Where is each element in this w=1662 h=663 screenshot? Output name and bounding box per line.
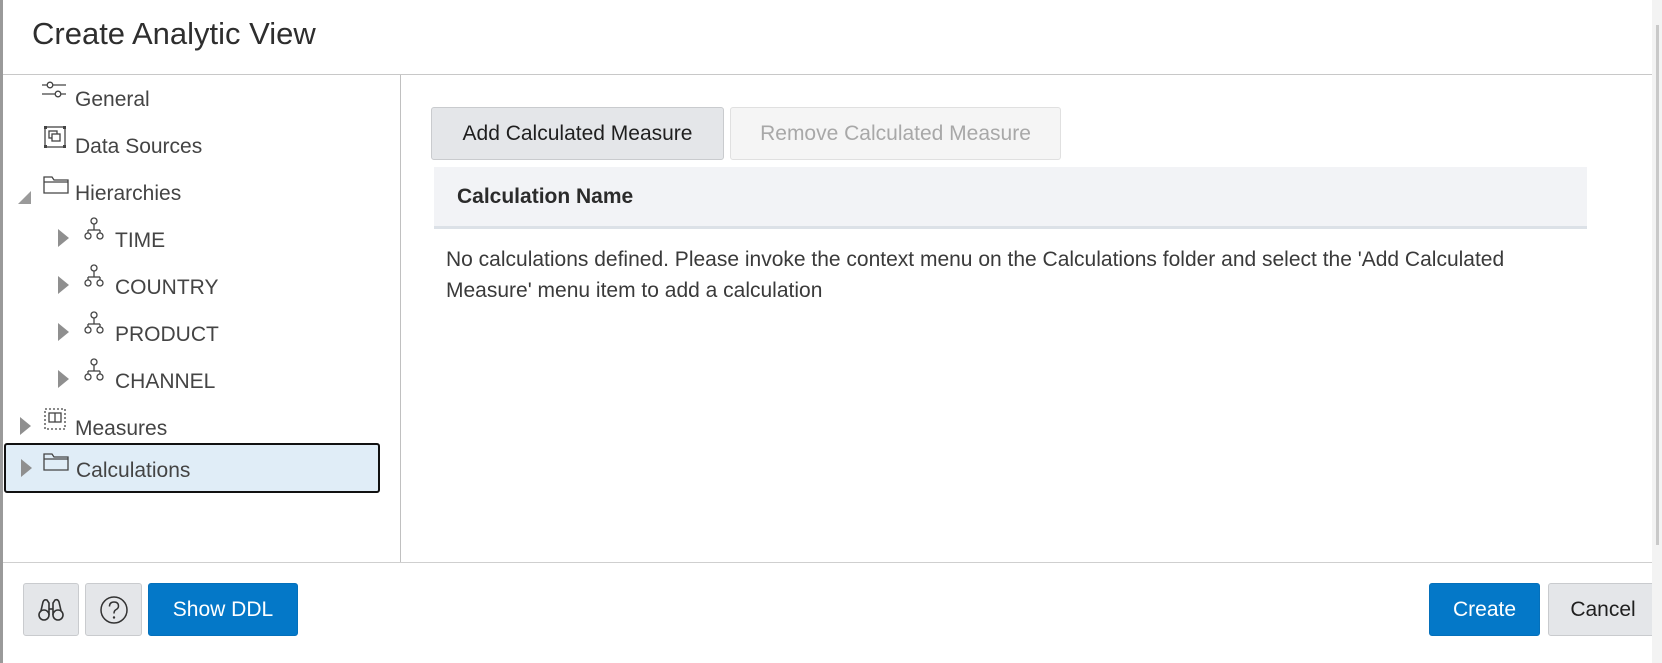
folder-icon: [43, 176, 69, 194]
tree-item-general[interactable]: General: [3, 75, 393, 119]
tree-item-product[interactable]: PRODUCT: [3, 310, 393, 354]
expand-triangle-icon[interactable]: [58, 323, 69, 341]
expand-triangle-icon[interactable]: [58, 276, 69, 294]
data-source-icon: [44, 126, 66, 148]
column-header-calculation-name[interactable]: Calculation Name: [457, 185, 633, 209]
tree-item-label: Hierarchies: [75, 182, 182, 205]
add-calculated-measure-button[interactable]: Add Calculated Measure: [431, 107, 724, 160]
navigation-tree: General Data Sources Hierarchies TIME CO…: [3, 75, 400, 562]
expanded-triangle-icon[interactable]: [18, 191, 31, 204]
binoculars-icon: [38, 598, 64, 621]
footer-divider: [3, 562, 1652, 563]
tree-item-time[interactable]: TIME: [3, 216, 393, 260]
tree-item-data-sources[interactable]: Data Sources: [3, 122, 393, 166]
tree-item-hierarchies[interactable]: Hierarchies: [3, 169, 393, 213]
expand-triangle-icon[interactable]: [21, 459, 32, 477]
sliders-icon: [42, 81, 66, 98]
folder-icon: [43, 453, 69, 471]
hierarchy-icon: [84, 358, 104, 381]
tree-item-label: CHANNEL: [115, 370, 216, 393]
tree-item-label: TIME: [115, 229, 166, 252]
tree-item-channel[interactable]: CHANNEL: [3, 357, 393, 401]
scrollbar-thumb[interactable]: [1656, 25, 1659, 545]
tree-item-country[interactable]: COUNTRY: [3, 263, 393, 307]
show-ddl-button[interactable]: Show DDL: [148, 583, 298, 636]
calculations-table-header: Calculation Name: [434, 167, 1587, 229]
remove-calculated-measure-button[interactable]: Remove Calculated Measure: [730, 107, 1061, 160]
expand-triangle-icon[interactable]: [58, 370, 69, 388]
tree-item-label: PRODUCT: [115, 323, 219, 346]
expand-triangle-icon[interactable]: [20, 417, 31, 435]
measures-icon: [44, 408, 66, 430]
hierarchy-icon: [84, 217, 104, 240]
help-button[interactable]: [85, 583, 142, 636]
create-analytic-view-dialog: Create Analytic View General Data Source…: [3, 0, 1658, 663]
cancel-button[interactable]: Cancel: [1548, 583, 1658, 636]
find-button[interactable]: [23, 583, 79, 636]
expand-triangle-icon[interactable]: [58, 229, 69, 247]
vertical-scrollbar[interactable]: [1652, 0, 1662, 663]
help-icon: [99, 595, 128, 624]
tree-item-label: Calculations: [76, 459, 191, 482]
tree-item-calculations[interactable]: Calculations: [4, 443, 380, 493]
tree-item-measures[interactable]: Measures: [3, 404, 393, 448]
hierarchy-icon: [84, 311, 104, 334]
dialog-title: Create Analytic View: [32, 16, 316, 51]
tree-item-label: Measures: [75, 417, 168, 440]
create-button[interactable]: Create: [1429, 583, 1540, 636]
tree-item-label: General: [75, 88, 150, 111]
tree-item-label: COUNTRY: [115, 276, 219, 299]
empty-table-message: No calculations defined. Please invoke t…: [446, 248, 1505, 302]
panel-divider[interactable]: [400, 75, 401, 562]
hierarchy-icon: [84, 264, 104, 287]
tree-item-label: Data Sources: [75, 135, 203, 158]
